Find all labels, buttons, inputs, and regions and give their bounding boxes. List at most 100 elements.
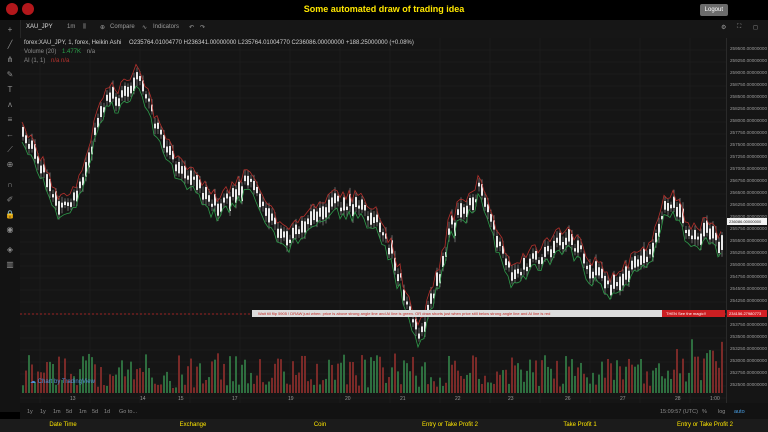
volume-bar <box>520 369 522 393</box>
volume-bar <box>448 355 450 393</box>
interval-selector[interactable]: 1m <box>67 24 75 30</box>
logout-button[interactable]: Logout <box>699 4 728 16</box>
range-button[interactable]: 5d <box>66 409 72 415</box>
trading-idea-annotation: Wait till flip 5905 ! DRAW just when: pr… <box>252 310 668 317</box>
range-button[interactable]: 5d <box>92 409 98 415</box>
range-button[interactable]: 1m <box>79 409 87 415</box>
candle-body <box>670 204 672 209</box>
fibonacci-icon[interactable]: ≡ <box>5 115 15 125</box>
candle-body <box>607 280 609 285</box>
time-tick: 26 <box>565 396 571 402</box>
candle-body <box>592 271 594 279</box>
magnet-icon[interactable]: ∩ <box>5 180 15 190</box>
chart-pane[interactable] <box>20 38 726 403</box>
candle-body <box>253 180 255 191</box>
volume-bar <box>547 366 549 393</box>
volume-bar <box>127 369 129 393</box>
chart-type-icon[interactable]: ⫼ <box>83 24 86 31</box>
price-chart[interactable] <box>20 38 726 403</box>
pitchfork-icon[interactable]: ⋔ <box>5 55 15 65</box>
volume-bar <box>652 370 654 393</box>
volume-bar <box>625 366 627 393</box>
volume-bar <box>415 375 417 393</box>
range-button[interactable]: 1y <box>27 409 33 415</box>
current-price-tag: 236086.00000000 <box>727 218 767 225</box>
candle-body <box>109 92 111 103</box>
legend-volume-na: n/a <box>86 49 96 55</box>
time-tick: 22 <box>455 396 461 402</box>
time-tick: 17 <box>232 396 238 402</box>
volume-bar <box>670 378 672 393</box>
brush-icon[interactable]: ✎ <box>5 70 15 80</box>
trading-idea-red-label: THEN See the magic!! <box>662 310 725 317</box>
candle-body <box>58 201 60 215</box>
fullscreen-icon[interactable]: ⛶ <box>737 24 741 31</box>
volume-bar <box>397 371 399 393</box>
volume-bar <box>334 379 336 393</box>
candle-body <box>355 197 357 208</box>
lock-icon[interactable]: 🔒 <box>5 210 15 220</box>
indicators-icon[interactable]: ∿ <box>142 24 147 31</box>
volume-bar <box>484 375 486 393</box>
percent-toggle[interactable]: % <box>702 409 707 415</box>
auto-toggle[interactable]: auto <box>734 409 745 415</box>
crosshair-icon[interactable]: + <box>5 25 15 35</box>
layers-icon[interactable]: ◈ <box>5 245 15 255</box>
candle-body <box>307 218 309 225</box>
tradingview-watermark[interactable]: ☁ Chart by TradingView <box>30 378 95 385</box>
volume-bar <box>376 355 378 393</box>
log-toggle[interactable]: log <box>718 409 725 415</box>
volume-bar <box>364 359 366 393</box>
pattern-icon[interactable]: ʌ <box>5 100 15 110</box>
undo-icon[interactable]: ↶ <box>189 24 194 31</box>
candle-body <box>478 182 480 187</box>
pencil-lock-icon[interactable]: ✐ <box>5 195 15 205</box>
volume-bar <box>574 375 576 393</box>
candle-body <box>304 221 306 233</box>
arrow-icon[interactable]: ← <box>5 130 15 140</box>
volume-bar <box>112 375 114 393</box>
redo-icon[interactable]: ↷ <box>200 24 205 31</box>
volume-bar <box>421 366 423 393</box>
candle-body <box>430 293 432 304</box>
candle-body <box>457 209 459 215</box>
candle-body <box>406 301 408 305</box>
candle-body <box>301 220 303 233</box>
range-button[interactable]: Go to... <box>119 409 137 415</box>
compare-button[interactable]: Compare <box>110 24 135 30</box>
volume-bar <box>499 374 501 393</box>
candle-body <box>496 235 498 248</box>
candle-body <box>565 237 567 245</box>
range-button[interactable]: 1d <box>104 409 110 415</box>
symbol-selector[interactable]: XAU_JPY <box>26 24 53 30</box>
trash-icon[interactable]: ▥ <box>5 260 15 270</box>
volume-bar <box>370 357 372 393</box>
eye-icon[interactable]: ◉ <box>5 225 15 235</box>
volume-bar <box>640 359 642 393</box>
candle-body <box>178 161 180 174</box>
time-tick: 1:00 <box>710 396 720 402</box>
candle-body <box>700 233 702 245</box>
ruler-icon[interactable]: ⟋ <box>5 145 15 155</box>
candle-body <box>718 241 720 254</box>
zoom-in-icon[interactable]: ⊕ <box>5 160 15 170</box>
price-tick: 256250.00000000 <box>730 202 767 207</box>
volume-bar <box>241 364 243 393</box>
compare-icon[interactable]: ⊕ <box>100 24 105 31</box>
volume-bar <box>409 371 411 393</box>
volume-bar <box>694 356 696 393</box>
time-axis[interactable]: 13 14 15 17 19 20 21 22 23 26 27 28 1:00 <box>20 392 726 403</box>
text-icon[interactable]: T <box>5 85 15 95</box>
trendline-icon[interactable]: ╱ <box>5 40 15 50</box>
candle-body <box>112 86 114 99</box>
volume-bar <box>340 362 342 393</box>
settings-icon[interactable]: ⚙ <box>721 24 726 31</box>
candle-body <box>277 228 279 238</box>
range-button[interactable]: 1m <box>53 409 61 415</box>
candle-body <box>595 261 597 276</box>
volume-bar <box>658 363 660 393</box>
indicators-button[interactable]: Indicators <box>153 24 179 30</box>
snapshot-icon[interactable]: ◻ <box>753 24 758 31</box>
range-button[interactable]: 1y <box>40 409 46 415</box>
volume-bar <box>676 349 678 393</box>
